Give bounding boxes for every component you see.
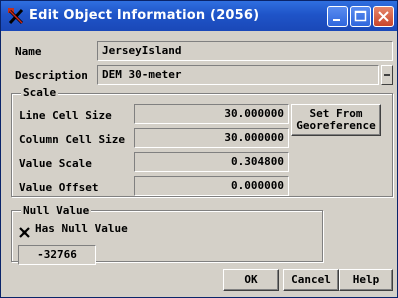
minimize-icon — [333, 19, 340, 21]
ok-button[interactable]: OK — [223, 269, 279, 291]
null-value-group-title: Null Value — [21, 204, 92, 217]
help-button[interactable]: Help — [339, 269, 393, 291]
value-scale-label: Value Scale — [19, 157, 92, 170]
column-cell-size-label: Column Cell Size — [19, 133, 125, 146]
null-value-value: -32766 — [37, 248, 77, 261]
microimages-x-icon — [8, 8, 24, 25]
maximize-icon — [354, 10, 367, 22]
scale-group-title: Scale — [21, 86, 59, 99]
close-icon — [378, 11, 389, 22]
null-value-field[interactable]: -32766 — [18, 245, 96, 265]
name-label: Name — [15, 45, 42, 58]
close-button[interactable] — [373, 6, 394, 27]
dropdown-icon — [384, 74, 390, 76]
name-value: JerseyIsland — [102, 44, 182, 57]
value-scale-value: 0.304800 — [231, 155, 284, 168]
description-label: Description — [15, 69, 88, 82]
window-title: Edit Object Information (2056) — [29, 8, 260, 23]
value-offset-field[interactable]: 0.000000 — [134, 176, 289, 196]
name-field[interactable]: JerseyIsland — [97, 41, 393, 61]
value-offset-value: 0.000000 — [231, 179, 284, 192]
line-cell-size-label: Line Cell Size — [19, 109, 112, 122]
title-bar[interactable]: Edit Object Information (2056) — [1, 1, 397, 31]
description-dropdown-button[interactable] — [381, 65, 393, 85]
cancel-button[interactable]: Cancel — [283, 269, 339, 291]
column-cell-size-field[interactable]: 30.000000 — [134, 128, 289, 148]
description-value: DEM 30-meter — [102, 68, 182, 81]
checkbox-checked-icon — [19, 227, 30, 238]
has-null-value-checkbox[interactable] — [19, 223, 30, 238]
has-null-value-label: Has Null Value — [35, 222, 128, 235]
line-cell-size-value: 30.000000 — [224, 107, 284, 120]
value-offset-label: Value Offset — [19, 181, 99, 194]
set-from-georeference-button[interactable]: Set From Georeference — [291, 104, 381, 136]
value-scale-field[interactable]: 0.304800 — [134, 152, 289, 172]
line-cell-size-field[interactable]: 30.000000 — [134, 104, 289, 124]
column-cell-size-value: 30.000000 — [224, 131, 284, 144]
maximize-button[interactable] — [350, 6, 371, 27]
edit-object-information-dialog: Edit Object Information (2056) Name Jers… — [0, 0, 398, 298]
minimize-button[interactable] — [327, 6, 348, 27]
description-field[interactable]: DEM 30-meter — [97, 65, 379, 85]
